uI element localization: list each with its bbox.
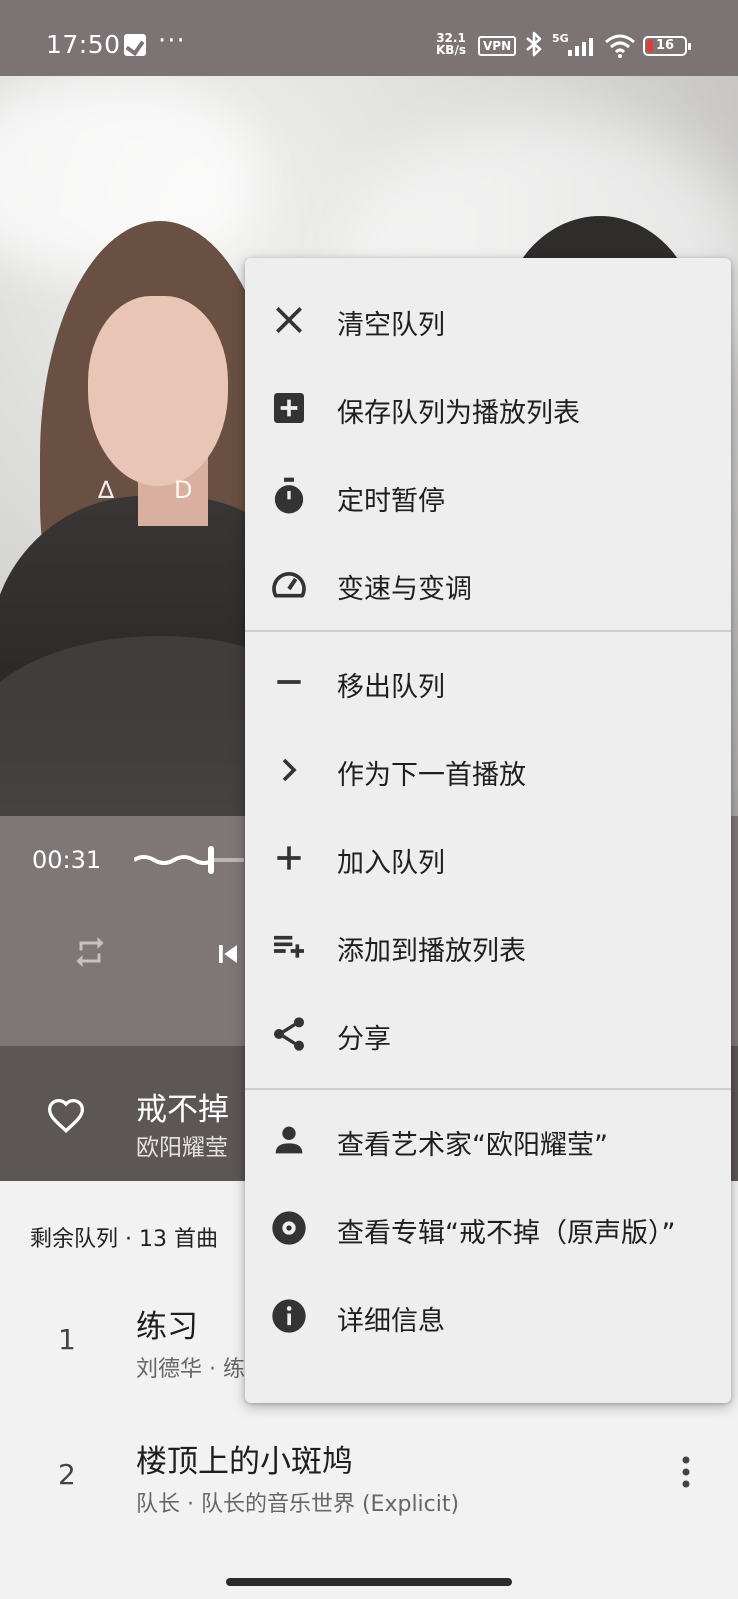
context-menu: 清空队列 保存队列为播放列表 定时暂停 变速与变调 移出队列 作为下一首播放 加… xyxy=(245,258,731,1403)
more-vert-icon[interactable] xyxy=(676,1454,696,1494)
menu-item-share[interactable]: 分享 xyxy=(245,990,731,1078)
network-speed: 32.1 KB/s xyxy=(436,32,466,56)
network-speed-unit: KB/s xyxy=(436,43,466,57)
menu-item-speed-pitch[interactable]: 变速与变调 xyxy=(245,540,731,628)
vpn-icon: VPN xyxy=(478,36,517,56)
speed-icon xyxy=(269,564,309,604)
home-indicator[interactable] xyxy=(226,1578,512,1586)
battery-icon: 16 xyxy=(643,36,691,56)
menu-item-save-queue[interactable]: 保存队列为播放列表 xyxy=(245,364,731,452)
menu-item-play-next[interactable]: 作为下一首播放 xyxy=(245,726,731,814)
menu-item-label: 定时暂停 xyxy=(337,486,445,517)
menu-item-view-album[interactable]: 查看专辑“戒不掉（原声版）” xyxy=(245,1184,731,1272)
queue-row-title: 楼顶上的小斑鸠 xyxy=(136,1444,353,1480)
menu-item-label: 分享 xyxy=(337,1024,391,1055)
menu-divider xyxy=(245,1088,731,1090)
battery-fill xyxy=(647,40,653,52)
queue-row-number: 1 xyxy=(58,1323,76,1356)
share-icon xyxy=(269,1014,309,1054)
wifi-icon xyxy=(604,34,636,62)
album-art-figure xyxy=(88,296,228,486)
timer-icon xyxy=(269,476,309,516)
menu-item-label: 保存队列为播放列表 xyxy=(337,398,580,429)
repeat-icon[interactable] xyxy=(72,934,108,974)
menu-item-label: 添加到播放列表 xyxy=(337,936,526,967)
bluetooth-icon xyxy=(523,30,545,62)
playback-position: 00:31 xyxy=(32,846,102,874)
queue-row-subtitle: 队长 · 队长的音乐世界 (Explicit) xyxy=(136,1492,460,1517)
seek-bar[interactable] xyxy=(132,844,244,880)
menu-divider xyxy=(245,630,731,632)
minus-icon xyxy=(269,662,309,702)
now-playing-title: 戒不掉 xyxy=(136,1092,229,1128)
heart-icon[interactable] xyxy=(46,1098,86,1138)
album-icon xyxy=(269,1208,309,1248)
info-icon xyxy=(269,1296,309,1336)
menu-item-label: 移出队列 xyxy=(337,672,445,703)
app-notification-icon xyxy=(124,34,146,56)
add-box-icon xyxy=(269,388,309,428)
menu-item-label: 查看专辑“戒不掉（原声版）” xyxy=(337,1218,676,1249)
close-icon xyxy=(269,300,309,340)
status-time: 17:50 xyxy=(46,30,121,59)
menu-item-label: 加入队列 xyxy=(337,848,445,879)
queue-row[interactable]: 2 楼顶上的小斑鸠 队长 · 队长的音乐世界 (Explicit) xyxy=(0,1406,738,1536)
person-icon xyxy=(269,1120,309,1160)
menu-item-add-to-playlist[interactable]: 添加到播放列表 xyxy=(245,902,731,990)
status-bar: 17:50 ··· 32.1 KB/s VPN 5G 16 xyxy=(0,0,738,76)
now-playing-artist: 欧阳耀莹 xyxy=(136,1135,228,1161)
battery-level: 16 xyxy=(655,38,675,53)
queue-row-title: 练习 xyxy=(136,1309,198,1345)
plus-icon xyxy=(269,838,309,878)
menu-item-view-artist[interactable]: 查看艺术家“欧阳耀莹” xyxy=(245,1096,731,1184)
menu-item-label: 详细信息 xyxy=(337,1306,445,1337)
menu-item-label: 变速与变调 xyxy=(337,574,472,605)
queue-row-subtitle: 刘德华 · 练 xyxy=(136,1357,245,1382)
battery-cap xyxy=(688,43,691,50)
chevron-right-icon xyxy=(269,750,309,790)
signal-icon xyxy=(568,36,600,60)
menu-item-clear-queue[interactable]: 清空队列 xyxy=(245,276,731,364)
previous-track-icon[interactable] xyxy=(210,936,246,976)
menu-item-add-to-queue[interactable]: 加入队列 xyxy=(245,814,731,902)
album-glyph: ∆ xyxy=(98,476,115,504)
menu-item-sleep-timer[interactable]: 定时暂停 xyxy=(245,452,731,540)
playlist-add-icon xyxy=(269,926,309,966)
queue-header: 剩余队列 · 13 首曲 xyxy=(30,1227,218,1252)
queue-row-number: 2 xyxy=(58,1458,76,1491)
menu-item-label: 清空队列 xyxy=(337,310,445,341)
menu-item-label: 查看艺术家“欧阳耀莹” xyxy=(337,1130,608,1161)
more-notifications-icon: ··· xyxy=(158,26,186,56)
album-glyph: D xyxy=(174,476,193,504)
menu-item-remove-from-queue[interactable]: 移出队列 xyxy=(245,638,731,726)
network-type: 5G xyxy=(552,32,569,45)
menu-item-details[interactable]: 详细信息 xyxy=(245,1272,731,1360)
menu-item-label: 作为下一首播放 xyxy=(337,760,526,791)
